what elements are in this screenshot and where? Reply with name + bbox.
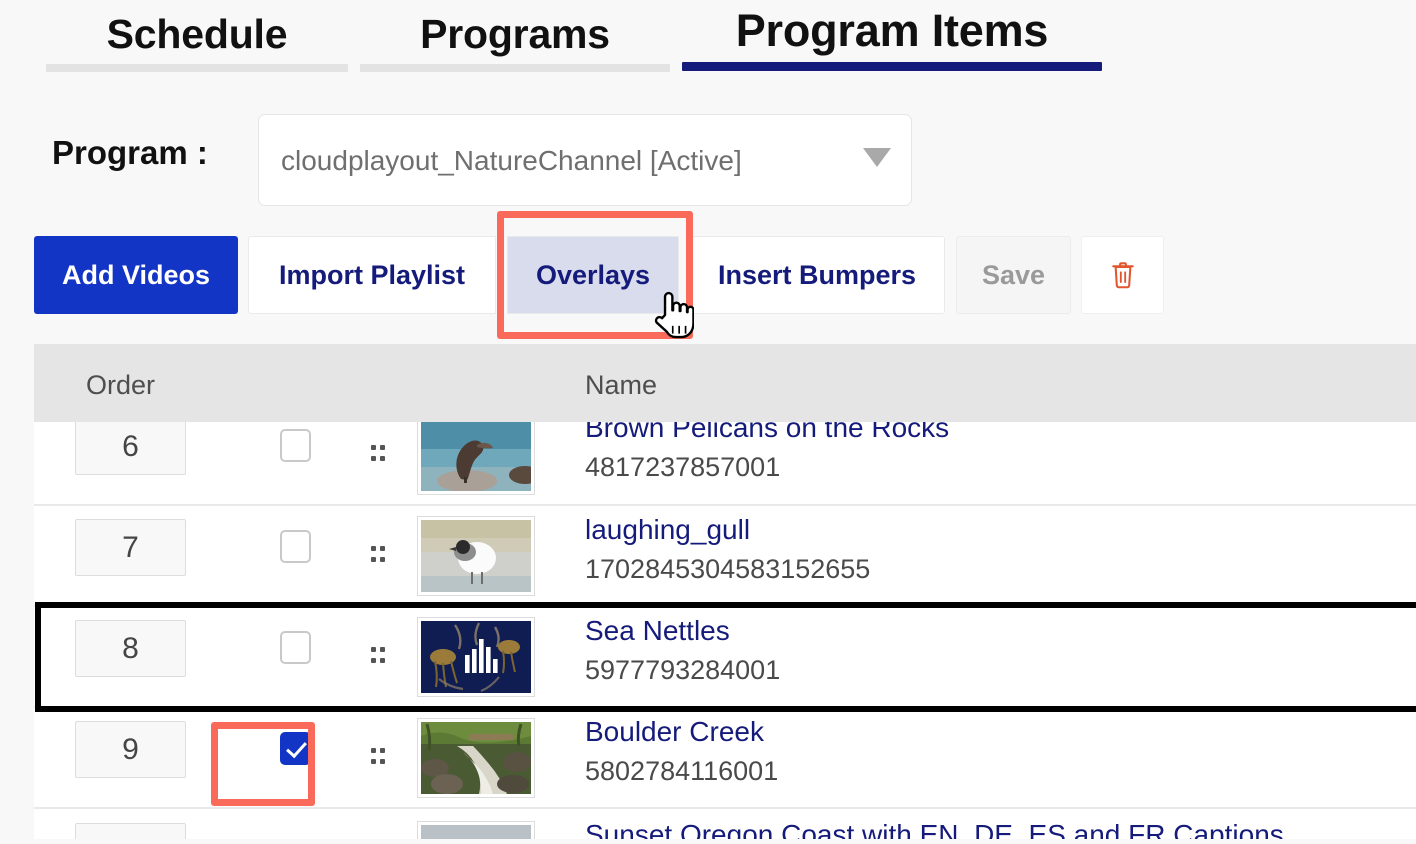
order-input[interactable]: 7	[75, 519, 186, 576]
order-input[interactable]: 9	[75, 721, 186, 778]
order-input[interactable]: 6	[75, 422, 186, 475]
name-cell: Sunset Oregon Coast with EN, DE, ES and …	[585, 819, 1284, 839]
sunset-oregon-coast-thumbnail	[421, 825, 531, 839]
video-thumbnail[interactable]	[417, 617, 535, 697]
tab-schedule-label: Schedule	[46, 14, 348, 55]
video-id: 1702845304583152655	[585, 554, 870, 585]
program-items-toolbar: Add Videos Import Playlist Overlays Inse…	[0, 236, 1416, 314]
order-input[interactable]: 8	[75, 620, 186, 677]
row-checkbox[interactable]	[280, 530, 311, 563]
video-title-link[interactable]: laughing_gull	[585, 514, 870, 546]
drag-handle-icon[interactable]	[368, 544, 388, 566]
program-items-table: Order Name 6	[34, 344, 1416, 839]
table-row[interactable]: 10 Sunset Oregon Coast with EN, DE, ES a…	[34, 809, 1416, 839]
program-items-page: Schedule Programs Program Items Program …	[0, 0, 1416, 844]
tab-schedule-underline	[46, 64, 348, 72]
tab-programs-label: Programs	[360, 14, 670, 55]
boulder-creek-thumbnail	[421, 722, 531, 794]
add-videos-button[interactable]: Add Videos	[34, 236, 238, 314]
table-row[interactable]: 9	[34, 708, 1416, 809]
program-label: Program :	[52, 134, 208, 172]
row-checkbox-cell[interactable]	[280, 429, 311, 462]
import-playlist-button[interactable]: Import Playlist	[248, 236, 496, 314]
program-select-value: cloudplayout_NatureChannel [Active]	[281, 145, 742, 177]
video-id: 5802784116001	[585, 756, 778, 787]
table-body: 6	[34, 422, 1416, 839]
tab-programs-underline	[360, 64, 670, 72]
column-header-name: Name	[585, 370, 657, 401]
tab-program-items-label: Program Items	[682, 8, 1102, 53]
program-select[interactable]: cloudplayout_NatureChannel [Active]	[258, 114, 912, 206]
tab-schedule[interactable]: Schedule	[46, 14, 348, 72]
video-id: 5977793284001	[585, 655, 780, 686]
tab-program-items[interactable]: Program Items	[682, 8, 1102, 71]
save-button[interactable]: Save	[956, 236, 1071, 314]
drag-handle-icon[interactable]	[368, 645, 388, 667]
pointing-hand-cursor	[650, 288, 694, 340]
drag-handle-icon[interactable]	[368, 746, 388, 768]
video-thumbnail[interactable]	[417, 821, 535, 839]
row-checkbox-cell[interactable]	[280, 530, 311, 563]
table-row[interactable]: 6	[34, 422, 1416, 506]
video-title-link[interactable]: Sunset Oregon Coast with EN, DE, ES and …	[585, 819, 1284, 839]
chevron-down-icon	[863, 148, 891, 167]
trash-icon	[1110, 260, 1136, 290]
tab-program-items-underline	[682, 62, 1102, 71]
video-title-link[interactable]: Boulder Creek	[585, 716, 778, 748]
laughing-gull-thumbnail	[421, 520, 531, 592]
video-thumbnail[interactable]	[417, 718, 535, 798]
name-cell: laughing_gull 1702845304583152655	[585, 514, 870, 585]
row-checkbox[interactable]	[280, 631, 311, 664]
video-title-link[interactable]: Brown Pelicans on the Rocks	[585, 422, 949, 444]
row-checkbox-cell[interactable]	[280, 732, 311, 765]
brown-pelican-thumbnail	[421, 422, 531, 491]
tab-programs[interactable]: Programs	[360, 14, 670, 72]
row-checkbox-cell[interactable]	[280, 631, 311, 664]
main-tab-bar: Schedule Programs Program Items	[0, 0, 1416, 92]
name-cell: Brown Pelicans on the Rocks 481723785700…	[585, 422, 949, 483]
insert-bumpers-button[interactable]: Insert Bumpers	[689, 236, 945, 314]
name-cell: Boulder Creek 5802784116001	[585, 716, 778, 787]
table-row[interactable]: 7	[34, 506, 1416, 607]
row-checkbox[interactable]	[280, 429, 311, 462]
video-title-link[interactable]: Sea Nettles	[585, 615, 780, 647]
program-selector-row: Program : cloudplayout_NatureChannel [Ac…	[0, 112, 1416, 208]
delete-button[interactable]	[1081, 236, 1164, 314]
sea-nettles-thumbnail	[421, 621, 531, 693]
video-thumbnail[interactable]	[417, 422, 535, 495]
order-input[interactable]: 10	[75, 823, 186, 839]
column-header-order: Order	[86, 370, 155, 401]
table-header-row: Order Name	[34, 344, 1416, 422]
row-checkbox[interactable]	[280, 732, 311, 765]
name-cell: Sea Nettles 5977793284001	[585, 615, 780, 686]
video-thumbnail[interactable]	[417, 516, 535, 596]
drag-handle-icon[interactable]	[368, 443, 388, 465]
video-id: 4817237857001	[585, 452, 949, 483]
table-row[interactable]: 8	[34, 607, 1416, 708]
